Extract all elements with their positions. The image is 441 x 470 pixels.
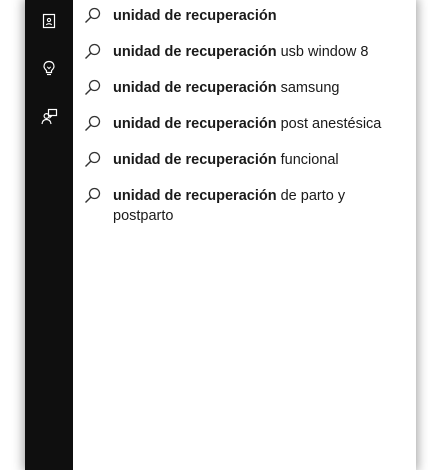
list-item[interactable]: unidad de recuperación usb window 8 bbox=[73, 42, 416, 62]
suggestion-text: unidad de recuperación post anestésica bbox=[113, 114, 393, 134]
suggestion-query: unidad de recuperación bbox=[113, 44, 277, 60]
suggestion-text: unidad de recuperación samsung bbox=[113, 78, 393, 98]
suggestion-query: unidad de recuperación bbox=[113, 80, 277, 96]
list-item[interactable]: unidad de recuperación de parto y postpa… bbox=[73, 186, 416, 226]
search-icon bbox=[73, 186, 113, 205]
list-item[interactable]: unidad de recuperación funcional bbox=[73, 150, 416, 170]
search-icon bbox=[73, 78, 113, 97]
search-icon bbox=[73, 42, 113, 61]
suggestion-completion: samsung bbox=[276, 80, 340, 96]
lightbulb-icon bbox=[41, 60, 57, 78]
suggestion-query: unidad de recuperación bbox=[113, 116, 277, 132]
tips-button[interactable] bbox=[25, 51, 73, 87]
suggestion-completion: post anestésica bbox=[276, 116, 382, 132]
search-panel: unidad de recuperación unidad de recuper… bbox=[25, 0, 416, 470]
suggestion-text: unidad de recuperación usb window 8 bbox=[113, 42, 393, 62]
suggestion-query: unidad de recuperación bbox=[113, 152, 277, 168]
suggestion-query: unidad de recuperación bbox=[113, 188, 277, 204]
suggestion-completion: usb window 8 bbox=[276, 44, 369, 60]
feedback-button[interactable] bbox=[25, 99, 73, 135]
suggestion-text: unidad de recuperación de parto y postpa… bbox=[113, 186, 393, 226]
suggestion-list: unidad de recuperación unidad de recuper… bbox=[73, 0, 416, 470]
search-icon bbox=[73, 150, 113, 169]
suggestion-completion: funcional bbox=[276, 152, 339, 168]
notebook-button[interactable] bbox=[25, 3, 73, 39]
search-icon bbox=[73, 114, 113, 133]
suggestion-query: unidad de recuperación bbox=[113, 8, 277, 24]
contact-card-icon bbox=[41, 13, 57, 29]
list-item[interactable]: unidad de recuperación samsung bbox=[73, 78, 416, 98]
feedback-person-icon bbox=[40, 108, 58, 126]
left-rail bbox=[25, 0, 73, 470]
list-item[interactable]: unidad de recuperación bbox=[73, 6, 416, 26]
suggestion-text: unidad de recuperación bbox=[113, 6, 393, 26]
stage: unidad de recuperación unidad de recuper… bbox=[0, 0, 441, 470]
search-icon bbox=[73, 6, 113, 25]
list-item[interactable]: unidad de recuperación post anestésica bbox=[73, 114, 416, 134]
suggestion-text: unidad de recuperación funcional bbox=[113, 150, 393, 170]
